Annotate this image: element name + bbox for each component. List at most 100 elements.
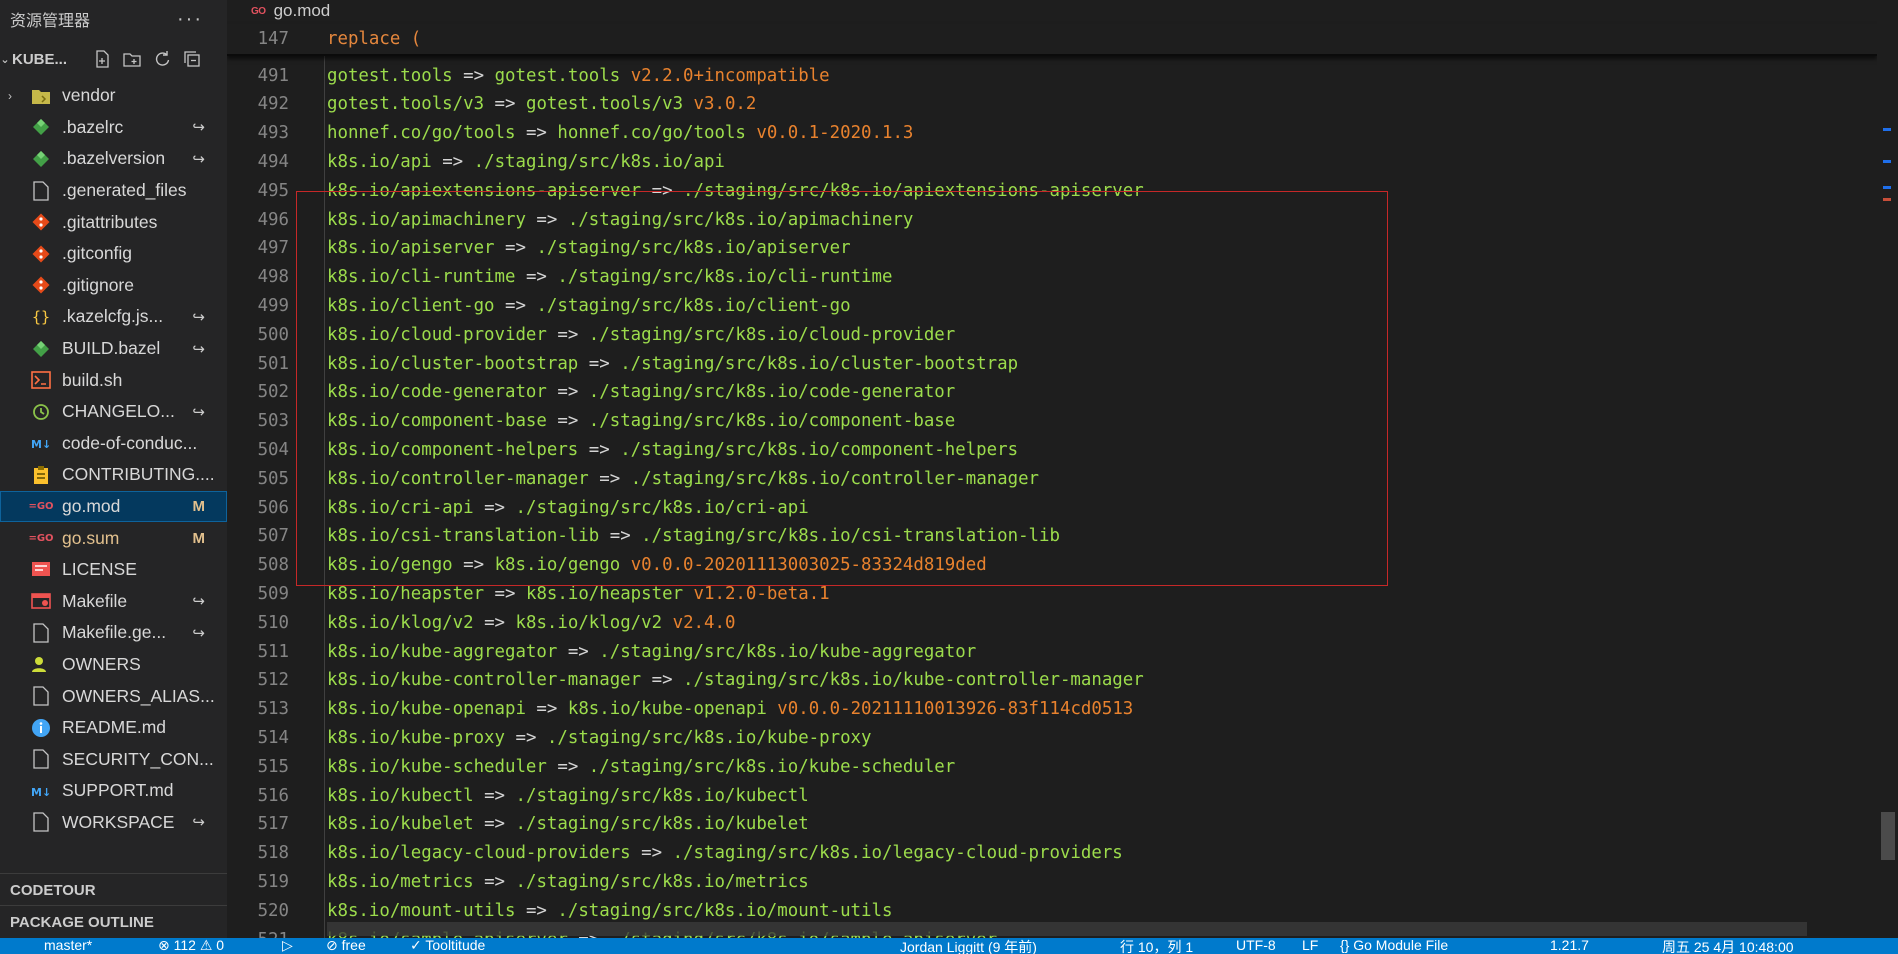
code-line[interactable]: 495 k8s.io/apiextensions-apiserver => ./s… bbox=[227, 176, 1827, 205]
new-file-icon[interactable] bbox=[92, 49, 112, 69]
chevron-right-icon[interactable]: › bbox=[8, 89, 22, 103]
code-line[interactable]: 491 gotest.tools => gotest.tools v2.2.0+i… bbox=[227, 61, 1827, 90]
bazel-icon bbox=[30, 116, 52, 138]
explorer-header: 资源管理器 ··· bbox=[0, 0, 227, 38]
code-line[interactable]: 496 k8s.io/apimachinery => ./staging/src/… bbox=[227, 205, 1827, 234]
code-line[interactable]: 503 k8s.io/component-base => ./staging/sr… bbox=[227, 407, 1827, 436]
problems-indicator[interactable]: ⊗ 112 ⚠ 0 bbox=[158, 938, 224, 954]
file-item-license[interactable]: LICENSE bbox=[0, 554, 227, 586]
overview-ruler-mark bbox=[1883, 186, 1891, 189]
code-line[interactable]: 511 k8s.io/kube-aggregator => ./staging/s… bbox=[227, 637, 1827, 666]
code-line[interactable]: 514 k8s.io/kube-proxy => ./staging/src/k8… bbox=[227, 723, 1827, 752]
branch-indicator[interactable]: master* bbox=[44, 938, 92, 953]
replace-arrow: => bbox=[536, 699, 558, 720]
code-line[interactable]: 507 k8s.io/csi-translation-lib => ./stagi… bbox=[227, 522, 1827, 551]
code-line[interactable]: 505 k8s.io/controller-manager => ./stagin… bbox=[227, 464, 1827, 493]
file-item-code-of-conduc[interactable]: M↓ code-of-conduc... bbox=[0, 428, 227, 460]
eol-indicator[interactable]: LF bbox=[1302, 938, 1318, 953]
tooltitude-indicator[interactable]: ✓ Tooltitude bbox=[410, 938, 485, 954]
file-item-makefile[interactable]: Makefile ↪ bbox=[0, 586, 227, 618]
code-line[interactable]: 519 k8s.io/metrics => ./staging/src/k8s.i… bbox=[227, 867, 1827, 896]
replace-arrow: => bbox=[536, 209, 558, 230]
file-icon bbox=[30, 180, 52, 202]
refresh-icon[interactable] bbox=[152, 49, 172, 69]
cursor-position[interactable]: 行 10，列 1 bbox=[1120, 938, 1193, 954]
code-line[interactable]: 499 k8s.io/client-go => ./staging/src/k8s… bbox=[227, 291, 1827, 320]
code-line[interactable]: 493 honnef.co/go/tools => honnef.co/go/to… bbox=[227, 119, 1827, 148]
file-item-owners-alias[interactable]: OWNERS_ALIAS... bbox=[0, 680, 227, 712]
go-version[interactable]: 1.21.7 bbox=[1550, 938, 1589, 953]
more-actions-icon[interactable]: ··· bbox=[177, 8, 203, 31]
breadcrumb[interactable]: GO go.mod bbox=[251, 0, 330, 22]
svg-text:{}: {} bbox=[32, 308, 50, 326]
clipboard-icon bbox=[30, 464, 52, 486]
file-item-kazelcfg-js[interactable]: {} .kazelcfg.js... ↪ bbox=[0, 301, 227, 333]
file-item-support-md[interactable]: M↓ SUPPORT.md bbox=[0, 775, 227, 807]
code-line[interactable]: 492 gotest.tools/v3 => gotest.tools/v3 v3… bbox=[227, 90, 1827, 119]
code-line[interactable]: 520 k8s.io/mount-utils => ./staging/src/k… bbox=[227, 896, 1827, 925]
code-line[interactable]: 504 k8s.io/component-helpers => ./staging… bbox=[227, 435, 1827, 464]
file-item-gitignore[interactable]: .gitignore bbox=[0, 270, 227, 302]
line-number: 503 bbox=[257, 411, 289, 432]
horizontal-scrollbar[interactable] bbox=[327, 922, 1807, 936]
file-item-gitconfig[interactable]: .gitconfig bbox=[0, 238, 227, 270]
file-item-build-sh[interactable]: build.sh bbox=[0, 364, 227, 396]
code-line[interactable]: 494 k8s.io/api => ./staging/src/k8s.io/ap… bbox=[227, 147, 1827, 176]
file-item-go-sum[interactable]: =GO go.sum M bbox=[0, 522, 227, 554]
code-line[interactable]: 513 k8s.io/kube-openapi => k8s.io/kube-op… bbox=[227, 695, 1827, 724]
replace-arrow: => bbox=[484, 814, 506, 835]
code-line[interactable]: 510 k8s.io/klog/v2 => k8s.io/klog/v2 v2.4… bbox=[227, 608, 1827, 637]
file-name: WORKSPACE bbox=[62, 811, 175, 832]
language-mode[interactable]: {} Go Module File bbox=[1340, 938, 1448, 953]
file-item-build-bazel[interactable]: BUILD.bazel ↪ bbox=[0, 333, 227, 365]
code-line[interactable]: 515 k8s.io/kube-scheduler => ./staging/sr… bbox=[227, 752, 1827, 781]
file-item-vendor[interactable]: › vendor bbox=[0, 80, 227, 112]
editor-pane[interactable]: 491 gotest.tools => gotest.tools v2.2.0+i… bbox=[227, 0, 1898, 938]
code-area[interactable]: 491 gotest.tools => gotest.tools v2.2.0+i… bbox=[227, 0, 1877, 938]
file-item-generated-files[interactable]: .generated_files bbox=[0, 175, 227, 207]
code-line[interactable]: 518 k8s.io/legacy-cloud-providers => ./st… bbox=[227, 839, 1827, 868]
vertical-scrollbar-thumb[interactable] bbox=[1881, 812, 1895, 860]
file-item-security-con[interactable]: SECURITY_CON... bbox=[0, 743, 227, 775]
code-line[interactable]: 501 k8s.io/cluster-bootstrap => ./staging… bbox=[227, 349, 1827, 378]
line-number: 505 bbox=[257, 468, 289, 489]
file-item-contributing[interactable]: CONTRIBUTING.... bbox=[0, 459, 227, 491]
replace-arrow: => bbox=[525, 267, 547, 288]
code-line[interactable]: 498 k8s.io/cli-runtime => ./staging/src/k… bbox=[227, 263, 1827, 292]
workspace-root-header[interactable]: ⌄ KUBE... bbox=[0, 38, 227, 80]
line-number: 504 bbox=[257, 439, 289, 460]
file-item-owners[interactable]: OWNERS bbox=[0, 649, 227, 681]
code-line[interactable]: 502 k8s.io/code-generator => ./staging/sr… bbox=[227, 378, 1827, 407]
collapse-all-icon[interactable] bbox=[182, 49, 202, 69]
package-outline-section[interactable]: PACKAGE OUTLINE bbox=[0, 905, 227, 938]
breadcrumb-file[interactable]: go.mod bbox=[274, 1, 331, 21]
explorer-sidebar: 资源管理器 ··· ⌄ KUBE... › vendor .bazelrc ↪ .baz… bbox=[0, 0, 227, 938]
code-line[interactable]: 506 k8s.io/cri-api => ./staging/src/k8s.i… bbox=[227, 493, 1827, 522]
code-line[interactable]: 517 k8s.io/kubelet => ./staging/src/k8s.i… bbox=[227, 810, 1827, 839]
file-item-bazelversion[interactable]: .bazelversion ↪ bbox=[0, 143, 227, 175]
module-path: k8s.io/klog/v2 bbox=[327, 612, 474, 633]
git-blame-author[interactable]: Jordan Liggitt (9 年前) bbox=[900, 938, 1037, 954]
file-item-bazelrc[interactable]: .bazelrc ↪ bbox=[0, 112, 227, 144]
sticky-line[interactable]: 147 replace ( bbox=[227, 24, 1827, 53]
new-folder-icon[interactable] bbox=[122, 49, 142, 69]
file-item-gitattributes[interactable]: .gitattributes bbox=[0, 206, 227, 238]
file-item-changelo[interactable]: CHANGELO... ↪ bbox=[0, 396, 227, 428]
file-item-go-mod[interactable]: =GO go.mod M bbox=[0, 490, 227, 523]
code-line[interactable]: 512 k8s.io/kube-controller-manager => ./s… bbox=[227, 666, 1827, 695]
code-line[interactable]: 508 k8s.io/gengo => k8s.io/gengo v0.0.0-2… bbox=[227, 551, 1827, 580]
code-text: k8s.io/kube-aggregator => ./staging/src/… bbox=[327, 642, 976, 662]
file-item-makefile-ge[interactable]: Makefile.ge... ↪ bbox=[0, 617, 227, 649]
free-indicator[interactable]: ⊘ free bbox=[326, 938, 366, 954]
code-line[interactable]: 500 k8s.io/cloud-provider => ./staging/sr… bbox=[227, 320, 1827, 349]
code-line[interactable]: 516 k8s.io/kubectl => ./staging/src/k8s.i… bbox=[227, 781, 1827, 810]
file-item-readme-md[interactable]: README.md bbox=[0, 712, 227, 744]
run-icon[interactable]: ▷ bbox=[282, 938, 293, 954]
code-line[interactable]: 509 k8s.io/heapster => k8s.io/heapster v1… bbox=[227, 579, 1827, 608]
encoding-indicator[interactable]: UTF-8 bbox=[1236, 938, 1276, 953]
file-item-workspace[interactable]: WORKSPACE ↪ bbox=[0, 807, 227, 839]
sticky-scroll-header[interactable]: 147 replace ( bbox=[227, 24, 1877, 56]
replace-target: ./staging/src/k8s.io/kubectl bbox=[515, 785, 809, 806]
codetour-section[interactable]: CODETOUR bbox=[0, 873, 227, 906]
code-line[interactable]: 497 k8s.io/apiserver => ./staging/src/k8s… bbox=[227, 234, 1827, 263]
